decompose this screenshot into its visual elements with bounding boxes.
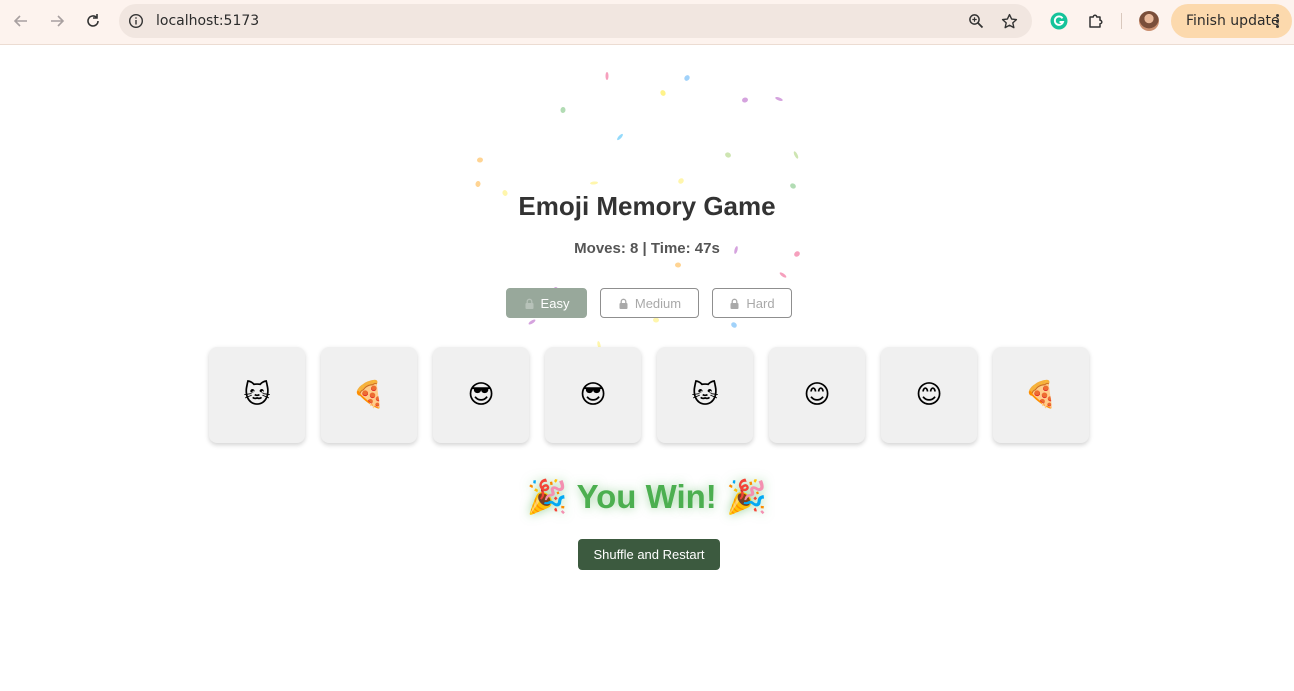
memory-card[interactable]: 🍕 (321, 347, 417, 443)
confetti-piece (793, 151, 799, 159)
more-menu-icon[interactable] (1276, 14, 1280, 28)
confetti-piece (742, 97, 748, 103)
reload-button[interactable] (80, 8, 106, 34)
difficulty-hard-label: Hard (746, 295, 775, 311)
win-message: 🎉 You Win! 🎉 (526, 478, 768, 515)
difficulty-easy-button[interactable]: Easy (506, 288, 587, 318)
confetti-piece (790, 183, 796, 189)
zoom-icon[interactable] (967, 12, 985, 30)
memory-card[interactable]: 😎 (545, 347, 641, 443)
shuffle-restart-button[interactable]: Shuffle and Restart (578, 539, 720, 570)
confetti-piece (731, 322, 737, 328)
lock-icon (730, 298, 739, 309)
memory-card[interactable]: 🐱 (657, 347, 753, 443)
reload-icon (87, 14, 99, 27)
forward-button[interactable] (44, 8, 70, 34)
bookmark-star-icon[interactable] (1000, 12, 1018, 30)
confetti-piece (617, 133, 623, 141)
confetti-piece (560, 107, 566, 113)
confetti-piece (725, 152, 731, 158)
page-title: Emoji Memory Game (518, 191, 776, 221)
finish-update-label: Finish update (1186, 13, 1280, 29)
memory-card[interactable]: 😎 (433, 347, 529, 443)
confetti-piece (590, 181, 598, 185)
memory-card[interactable]: 😊 (769, 347, 865, 443)
confetti-piece (779, 272, 787, 278)
difficulty-easy-label: Easy (540, 295, 570, 311)
toolbar-separator (1121, 13, 1122, 29)
confetti-overlay (475, 72, 800, 439)
lock-icon (525, 298, 534, 309)
memory-card[interactable]: 🍕 (993, 347, 1089, 443)
confetti-piece (675, 262, 681, 268)
profile-avatar[interactable] (1139, 11, 1159, 31)
extensions-icon[interactable] (1086, 11, 1106, 31)
back-button[interactable] (8, 8, 34, 34)
finish-update-button[interactable]: Finish update (1171, 4, 1292, 38)
confetti-piece (660, 90, 666, 96)
confetti-piece (653, 317, 659, 323)
confetti-piece (477, 157, 483, 163)
difficulty-medium-button[interactable]: Medium (600, 288, 699, 318)
grammarly-icon[interactable] (1049, 11, 1069, 31)
arrow-right-icon (51, 15, 65, 27)
confetti-piece (528, 319, 536, 325)
confetti-piece (475, 181, 481, 187)
confetti-piece (605, 72, 609, 80)
difficulty-hard-button[interactable]: Hard (712, 288, 792, 318)
moves-time-stats: Moves: 8 | Time: 47s (574, 240, 720, 257)
arrow-left-icon (13, 15, 27, 27)
confetti-piece (684, 75, 690, 81)
confetti-piece (775, 96, 783, 102)
difficulty-medium-label: Medium (634, 295, 682, 311)
lock-icon (619, 298, 628, 309)
url-text[interactable]: localhost:5173 (156, 13, 259, 29)
site-info-icon[interactable] (127, 12, 145, 30)
confetti-piece (678, 178, 684, 184)
memory-card[interactable]: 🐱 (209, 347, 305, 443)
address-bar[interactable]: localhost:5173 (119, 4, 1032, 38)
browser-toolbar: localhost:5173 Finish update (0, 0, 1294, 45)
memory-card[interactable]: 😊 (881, 347, 977, 443)
